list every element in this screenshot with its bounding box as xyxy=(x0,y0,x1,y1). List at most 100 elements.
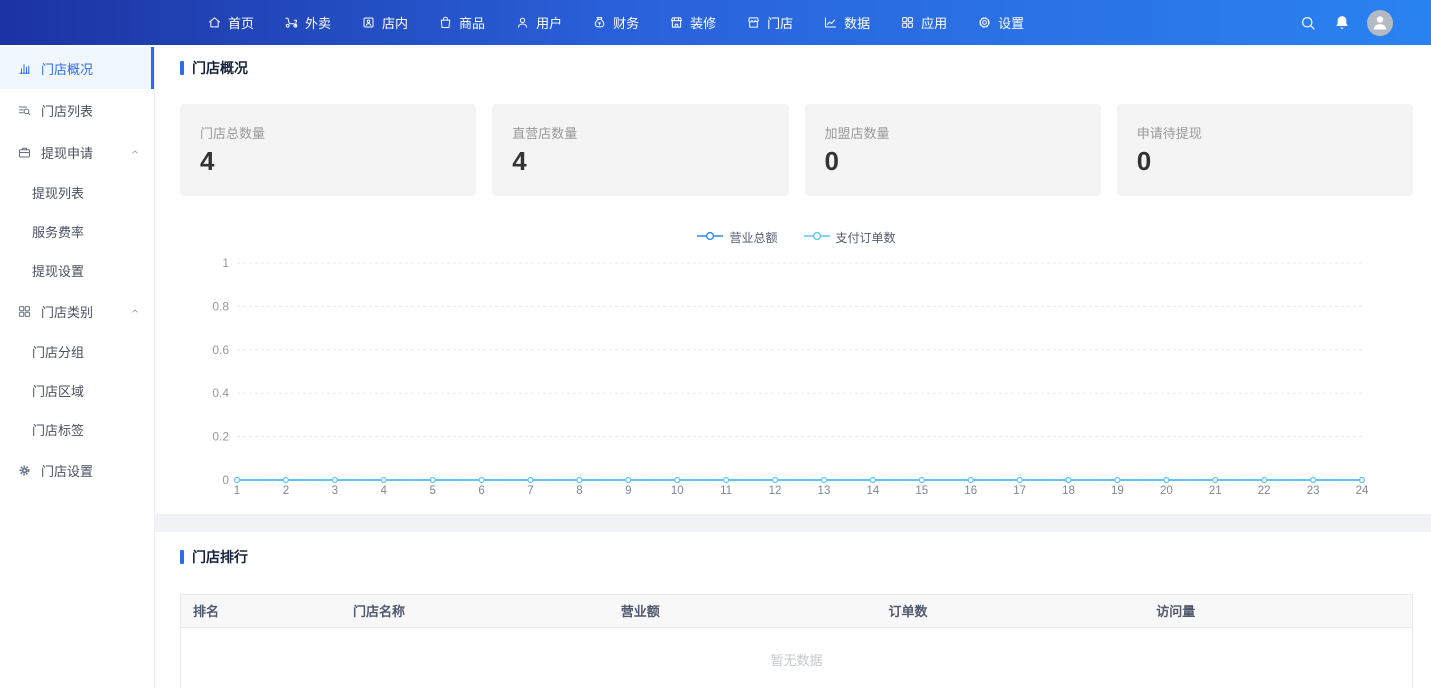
nav-item-takeout[interactable]: 外卖 xyxy=(269,0,346,45)
sidebar-item-label: 门店设置 xyxy=(41,461,93,480)
table-column-header: 营业额 xyxy=(609,595,877,627)
svg-text:15: 15 xyxy=(915,485,928,497)
svg-text:7: 7 xyxy=(527,485,533,497)
title-accent-bar xyxy=(180,61,184,75)
legend-marker-icon xyxy=(697,230,723,244)
sidebar-item-withdraw-apply[interactable]: 提现申请 xyxy=(0,131,154,173)
main-content: 门店概况 门店总数量4直营店数量4加盟店数量0申请待提现0 营业总额支付订单数 … xyxy=(155,45,1431,688)
svg-text:12: 12 xyxy=(769,485,782,497)
section-title-ranking: 门店排行 xyxy=(180,547,1413,567)
nav-item-finance[interactable]: 财务 xyxy=(577,0,654,45)
sidebar-item-label: 门店类别 xyxy=(41,302,93,321)
nav-item-in-store[interactable]: 店内 xyxy=(346,0,423,45)
svg-text:0: 0 xyxy=(222,473,229,487)
instore-icon xyxy=(361,15,376,30)
table-column-header: 订单数 xyxy=(876,595,1144,627)
goods-icon xyxy=(438,15,453,30)
line-chart: 00.20.40.60.8112345678910111213141516171… xyxy=(180,248,1413,498)
sidebar-subitem-service-rate[interactable]: 服务费率 xyxy=(0,212,154,251)
nav-item-decorate[interactable]: 装修 xyxy=(654,0,731,45)
svg-text:18: 18 xyxy=(1062,485,1075,497)
sidebar-item-label: 提现申请 xyxy=(41,143,93,162)
legend-label: 营业总额 xyxy=(729,229,777,246)
stat-card-label: 门店总数量 xyxy=(200,123,456,142)
svg-text:6: 6 xyxy=(478,485,484,497)
nav-item-label: 数据 xyxy=(844,13,870,32)
svg-text:8: 8 xyxy=(576,485,582,497)
grid-icon xyxy=(900,15,915,30)
legend-item[interactable]: 营业总额 xyxy=(697,230,777,244)
search-icon[interactable] xyxy=(1299,14,1317,32)
sidebar-subitem-store-tag[interactable]: 门店标签 xyxy=(0,410,154,449)
sidebar-subitem-label: 服务费率 xyxy=(32,222,84,241)
sidebar-item-store-overview[interactable]: 门店概况 xyxy=(0,47,154,89)
svg-text:20: 20 xyxy=(1160,485,1173,497)
nav-item-data[interactable]: 数据 xyxy=(808,0,885,45)
sidebar-item-label: 门店概况 xyxy=(41,59,93,78)
sidebar-subitem-withdraw-list[interactable]: 提现列表 xyxy=(0,173,154,212)
ranking-table: 排名门店名称营业额订单数访问量 暂无数据 xyxy=(180,594,1413,688)
stat-card-label: 直营店数量 xyxy=(512,123,768,142)
nav-item-users[interactable]: 用户 xyxy=(500,0,577,45)
table-column-header: 排名 xyxy=(181,595,341,627)
avatar[interactable] xyxy=(1367,10,1393,36)
svg-text:9: 9 xyxy=(625,485,631,497)
sidebar-subitem-store-region[interactable]: 门店区域 xyxy=(0,371,154,410)
line-chart-svg: 00.20.40.60.8112345678910111213141516171… xyxy=(180,248,1413,498)
page-title: 门店概况 xyxy=(192,58,248,78)
svg-text:22: 22 xyxy=(1258,485,1271,497)
decorate-icon xyxy=(669,15,684,30)
stat-card-label: 加盟店数量 xyxy=(825,123,1081,142)
navbar-menu: 首页外卖店内商品用户财务 装修 门店 数据 应用设置 xyxy=(192,0,1039,45)
finance-icon xyxy=(592,15,607,30)
title-accent-bar xyxy=(180,550,184,564)
svg-text:13: 13 xyxy=(818,485,831,497)
svg-text:24: 24 xyxy=(1356,485,1369,497)
stat-card-value: 0 xyxy=(1137,147,1393,176)
stat-card-label: 申请待提现 xyxy=(1137,123,1393,142)
svg-text:1: 1 xyxy=(222,256,229,270)
svg-text:0.8: 0.8 xyxy=(212,299,229,313)
user-icon xyxy=(515,15,530,30)
sidebar-item-store-settings[interactable]: 门店设置 xyxy=(0,449,154,491)
gear-icon xyxy=(977,15,992,30)
takeout-icon xyxy=(284,15,299,30)
sidebar-subitem-label: 门店区域 xyxy=(32,381,84,400)
section-title-overview: 门店概况 xyxy=(180,58,1413,78)
list-search-icon xyxy=(17,103,32,118)
svg-text:19: 19 xyxy=(1111,485,1124,497)
chart-line-icon xyxy=(823,15,838,30)
svg-text:10: 10 xyxy=(671,485,684,497)
svg-text:14: 14 xyxy=(866,485,879,497)
nav-item-label: 应用 xyxy=(921,13,947,32)
briefcase-icon xyxy=(17,145,32,160)
stat-card: 加盟店数量0 xyxy=(805,104,1101,196)
stat-cards: 门店总数量4直营店数量4加盟店数量0申请待提现0 xyxy=(180,104,1413,196)
sidebar-subitem-withdraw-settings[interactable]: 提现设置 xyxy=(0,251,154,290)
svg-text:17: 17 xyxy=(1013,485,1026,497)
nav-item-goods[interactable]: 商品 xyxy=(423,0,500,45)
svg-text:4: 4 xyxy=(381,485,388,497)
sidebar-item-store-category[interactable]: 门店类别 xyxy=(0,290,154,332)
svg-text:23: 23 xyxy=(1307,485,1320,497)
table-body: 暂无数据 xyxy=(181,628,1412,688)
svg-text:16: 16 xyxy=(964,485,977,497)
bell-icon[interactable] xyxy=(1333,14,1351,32)
nav-item-label: 门店 xyxy=(767,13,793,32)
sidebar-subitem-store-group[interactable]: 门店分组 xyxy=(0,332,154,371)
table-header: 排名门店名称营业额订单数访问量 xyxy=(181,595,1412,628)
ranking-title: 门店排行 xyxy=(192,547,248,567)
nav-item-apps[interactable]: 应用 xyxy=(885,0,962,45)
stat-card: 门店总数量4 xyxy=(180,104,476,196)
nav-item-home[interactable]: 首页 xyxy=(192,0,269,45)
sidebar-item-store-list[interactable]: 门店列表 xyxy=(0,89,154,131)
nav-item-settings[interactable]: 设置 xyxy=(962,0,1039,45)
nav-item-store[interactable]: 门店 xyxy=(731,0,808,45)
nav-item-label: 装修 xyxy=(690,13,716,32)
grid-icon xyxy=(17,304,32,319)
legend-item[interactable]: 支付订单数 xyxy=(804,230,896,244)
sidebar-subitem-label: 门店分组 xyxy=(32,342,84,361)
gear-filled-icon xyxy=(17,463,32,478)
overview-panel: 门店概况 门店总数量4直营店数量4加盟店数量0申请待提现0 营业总额支付订单数 … xyxy=(155,45,1431,514)
svg-text:5: 5 xyxy=(429,485,435,497)
